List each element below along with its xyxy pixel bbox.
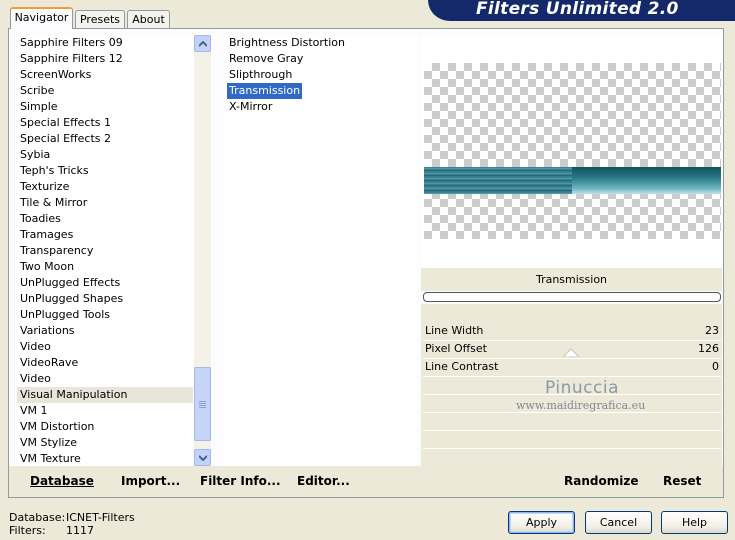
category-item[interactable]: Special Effects 1: [17, 115, 193, 131]
apply-button[interactable]: Apply: [508, 511, 575, 534]
param-value: 126: [698, 342, 719, 355]
button-label: Help: [681, 516, 708, 529]
filter-item-label: Slipthrough: [229, 68, 293, 81]
category-item[interactable]: Scribe: [17, 83, 193, 99]
category-item[interactable]: Toadies: [17, 211, 193, 227]
category-item[interactable]: Special Effects 2: [17, 131, 193, 147]
category-item[interactable]: Texturize: [17, 179, 193, 195]
category-item[interactable]: Teph's Tricks: [17, 163, 193, 179]
filter-list-item[interactable]: Brightness Distortion: [224, 35, 417, 51]
database-label: Database:: [9, 511, 66, 524]
database-value: ICNET-Filters: [66, 511, 135, 524]
filter-item-label: X-Mirror: [229, 100, 273, 113]
category-item[interactable]: VM 1: [17, 403, 193, 419]
preview-band-left: [424, 167, 572, 194]
progress-bar: [423, 292, 721, 302]
cancel-button[interactable]: Cancel: [585, 511, 652, 534]
category-item[interactable]: Video: [17, 371, 193, 387]
filter-list-item[interactable]: Remove Gray: [224, 51, 417, 67]
category-item[interactable]: Sapphire Filters 12: [17, 51, 193, 67]
category-item[interactable]: Variations: [17, 323, 193, 339]
tab-label: Navigator: [14, 11, 69, 24]
filter-list-item[interactable]: Transmission: [224, 82, 417, 100]
chevron-down-icon: [199, 455, 207, 461]
param-line-width[interactable]: Line Width 23: [423, 322, 722, 340]
category-item[interactable]: Simple: [17, 99, 193, 115]
randomize-button[interactable]: Randomize: [564, 474, 638, 488]
reset-button[interactable]: Reset: [663, 474, 701, 488]
button-label: Database: [30, 474, 94, 488]
chevron-up-icon: [199, 41, 207, 47]
category-item[interactable]: Two Moon: [17, 259, 193, 275]
scroll-up-button[interactable]: [194, 35, 211, 52]
param-label: Line Contrast: [425, 360, 499, 373]
category-item[interactable]: Tile & Mirror: [17, 195, 193, 211]
filter-list-item[interactable]: Slipthrough: [224, 67, 417, 83]
slider-marker-icon[interactable]: [563, 348, 579, 357]
category-item[interactable]: VideoRave: [17, 355, 193, 371]
database-button[interactable]: Database: [30, 474, 94, 488]
scroll-thumb[interactable]: [194, 367, 211, 441]
filter-item-label: Transmission: [225, 82, 304, 100]
tab-label: Presets: [79, 13, 121, 26]
import-button[interactable]: Import...: [121, 474, 180, 488]
tab-presets[interactable]: Presets: [75, 10, 125, 28]
tab-navigator[interactable]: Navigator: [10, 7, 73, 29]
filters-label: Filters:: [9, 524, 46, 537]
category-item[interactable]: Tramages: [17, 227, 193, 243]
category-scrollbar[interactable]: [194, 35, 211, 466]
param-label: Pixel Offset: [425, 342, 487, 355]
tab-label: About: [132, 13, 165, 26]
category-item[interactable]: VM Texture: [17, 451, 193, 466]
category-item[interactable]: ScreenWorks: [17, 67, 193, 83]
tab-about[interactable]: About: [127, 10, 170, 28]
category-item[interactable]: VM Distortion: [17, 419, 193, 435]
button-label: Filter Info...: [200, 474, 281, 488]
button-label: Apply: [525, 516, 558, 529]
watermark-url: www.maidiregrafica.eu: [516, 399, 646, 412]
param-label: Line Width: [425, 324, 484, 337]
category-item[interactable]: Transparency: [17, 243, 193, 259]
category-item[interactable]: Sybia: [17, 147, 193, 163]
category-item[interactable]: UnPlugged Effects: [17, 275, 193, 291]
button-label: Import...: [121, 474, 181, 488]
filter-item-label: Brightness Distortion: [229, 36, 345, 49]
category-item[interactable]: Sapphire Filters 09: [17, 35, 193, 51]
filter-item-label: Remove Gray: [229, 52, 304, 65]
category-item[interactable]: Video: [17, 339, 193, 355]
scroll-down-button[interactable]: [194, 449, 211, 466]
preview-band-right: [572, 167, 721, 194]
param-value: 23: [705, 324, 719, 337]
filter-list[interactable]: Brightness Distortion Remove Gray Slipthro…: [224, 35, 417, 466]
preview-filter-name: Transmission: [421, 268, 722, 291]
param-line-contrast[interactable]: Line Contrast 0: [423, 358, 722, 376]
category-item[interactable]: UnPlugged Shapes: [17, 291, 193, 307]
help-button[interactable]: Help: [661, 511, 728, 534]
button-label: Editor...: [297, 474, 350, 488]
category-item[interactable]: Visual Manipulation: [17, 387, 193, 403]
app-title: Filters Unlimited 2.0: [476, 0, 679, 19]
filter-info-button[interactable]: Filter Info...: [200, 474, 281, 488]
param-value: 0: [712, 360, 719, 373]
button-label: Randomize: [564, 474, 639, 488]
editor-button[interactable]: Editor...: [297, 474, 350, 488]
button-label: Cancel: [599, 516, 638, 529]
category-item[interactable]: VM Stylize: [17, 435, 193, 451]
category-list[interactable]: Sapphire Filters 09 Sapphire Filters 12 Sc…: [17, 35, 194, 466]
category-item[interactable]: UnPlugged Tools: [17, 307, 193, 323]
filters-count: 1117: [66, 524, 94, 537]
preview-checkerboard: [424, 63, 721, 239]
filter-list-item[interactable]: X-Mirror: [224, 99, 417, 115]
watermark-name: Pinuccia: [545, 378, 619, 398]
button-label: Reset: [663, 474, 702, 488]
